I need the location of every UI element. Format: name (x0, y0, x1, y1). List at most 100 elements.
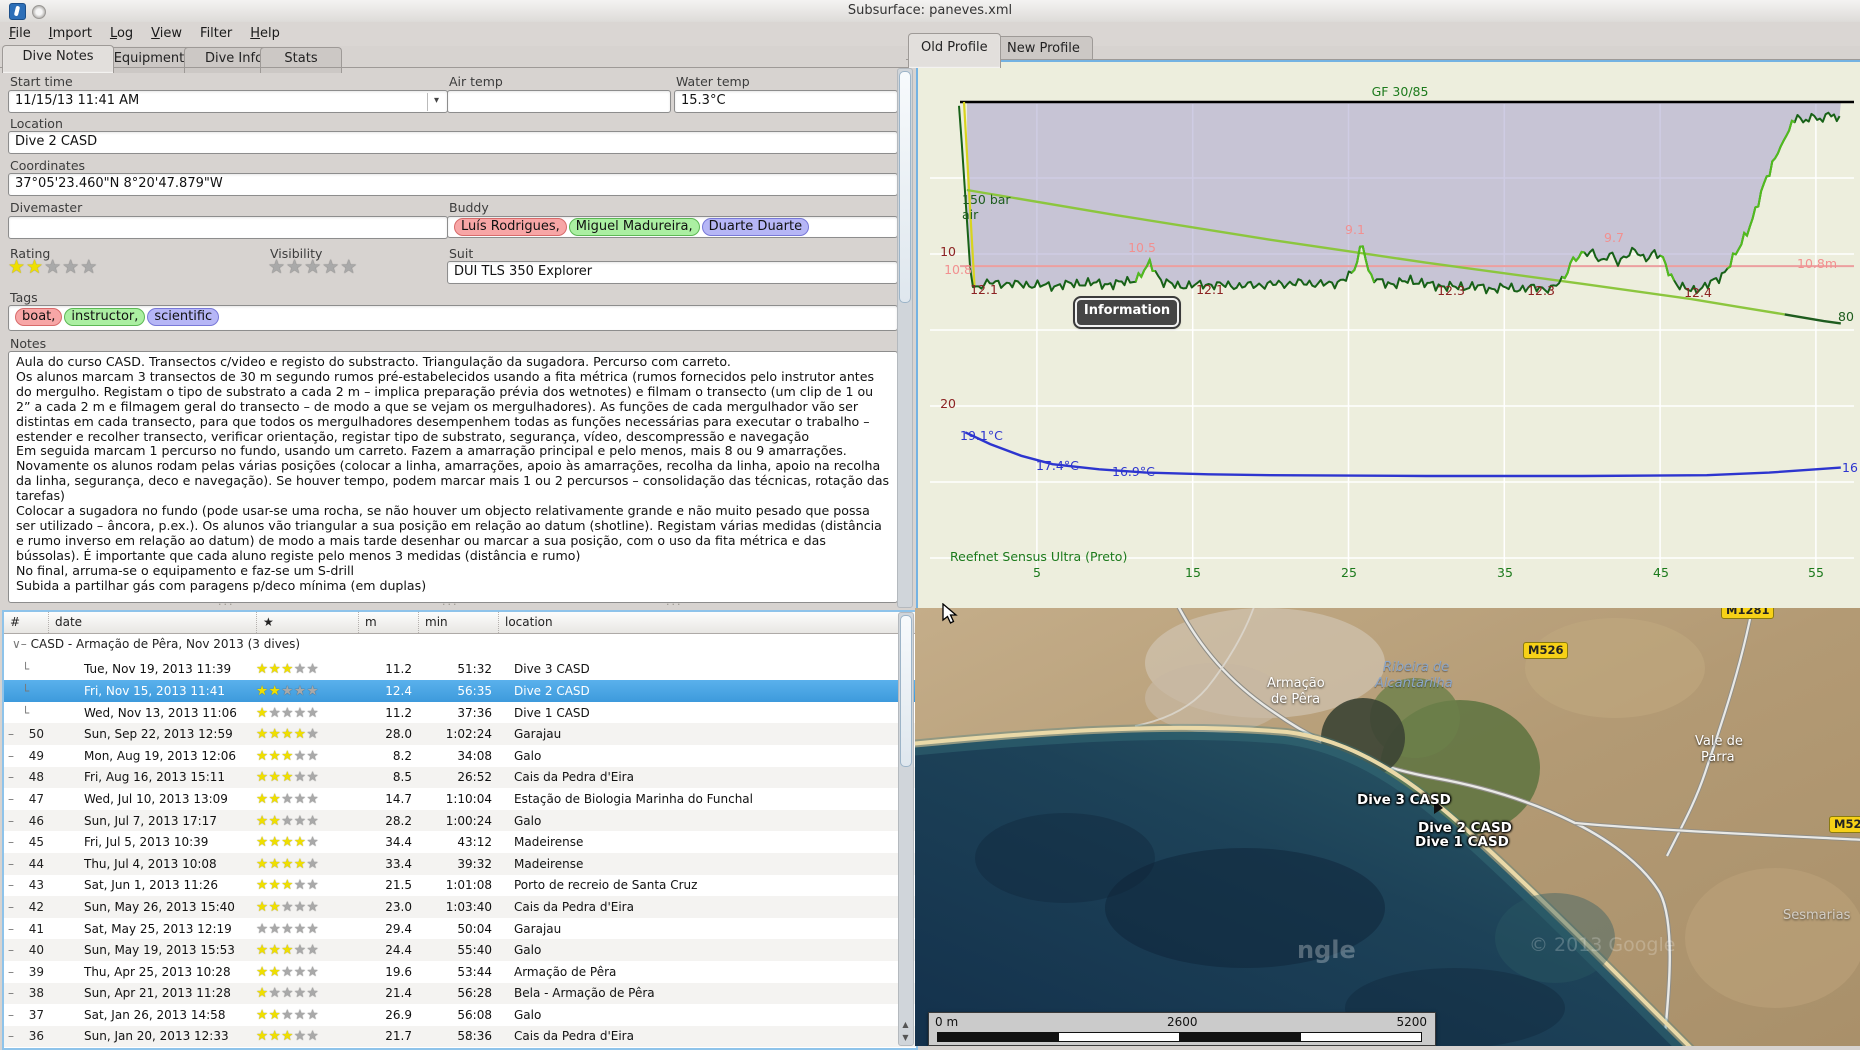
dive-list-scrollbar[interactable]: ▲ ▼ (898, 612, 914, 1046)
table-row[interactable]: –45 Fri, Jul 5, 2013 10:39 ★★★★★ 34.4 43:12 M… (4, 831, 916, 853)
table-row[interactable]: –37 Sat, Jan 26, 2013 14:58 ★★★★★ 26.9 56:08… (4, 1004, 916, 1026)
dive-depth: 29.4 (385, 921, 412, 936)
table-row[interactable]: –41 Sat, May 25, 2013 12:19 ★★★★★ 29.4 50:04… (4, 918, 916, 940)
dive-depth: 21.4 (385, 986, 412, 1001)
star-icon: ★ (268, 963, 282, 980)
menu-item-log[interactable]: Log (101, 22, 142, 41)
tag-pill[interactable]: scientific (147, 308, 220, 326)
dive-rating: ★★★★★ (256, 726, 358, 742)
menu-item-import[interactable]: Import (40, 22, 101, 41)
column-header-date[interactable]: date (48, 612, 256, 633)
tag-pill[interactable]: Luís Rodrigues, (454, 218, 567, 236)
column-header-★[interactable]: ★ (256, 612, 358, 633)
suit-label: Suit (449, 246, 474, 261)
coordinates-value: 37°05'23.460"N 8°20'47.879"W (15, 176, 223, 191)
dive-location: Garajau (514, 727, 562, 742)
dive-location: Madeirense (514, 835, 584, 850)
table-row[interactable]: –50 Sun, Sep 22, 2013 12:59 ★★★★★ 28.0 1:02:… (4, 723, 916, 745)
tag-pill[interactable]: Miguel Madureira, (568, 218, 700, 236)
dive-duration: 56:28 (457, 986, 492, 1001)
table-row[interactable]: –47 Wed, Jul 10, 2013 13:09 ★★★★★ 14.7 1:10:… (4, 788, 916, 810)
information-button[interactable]: Information (1073, 296, 1181, 329)
dive-depth: 11.2 (385, 662, 412, 677)
star-icon: ★ (306, 747, 320, 764)
table-row[interactable]: –36 Sun, Jan 20, 2013 12:33 ★★★★★ 21.7 58:36… (4, 1025, 916, 1048)
star-icon: ★ (256, 942, 269, 959)
menu-item-view[interactable]: View (142, 22, 191, 41)
star-icon: ★ (293, 834, 307, 851)
dive-number: –44 (8, 856, 44, 871)
menu-item-help[interactable]: Help (241, 22, 289, 41)
visibility-stars[interactable]: ★★★★★ (268, 258, 358, 277)
column-header-location[interactable]: location (498, 612, 916, 633)
dive-number: –37 (8, 1007, 44, 1022)
tag-pill[interactable]: instructor, (64, 308, 146, 326)
tag-pill[interactable]: boat, (15, 308, 63, 326)
table-row[interactable]: –48 Fri, Aug 16, 2013 15:11 ★★★★★ 8.5 26:52 C… (4, 766, 916, 789)
tag-pill[interactable]: Duarte Duarte (701, 218, 810, 236)
dive-depth: 33.4 (385, 856, 412, 871)
dive-duration: 1:02:24 (445, 727, 492, 742)
dive-rating: ★★★★★ (256, 899, 358, 915)
column-header-m[interactable]: m (358, 612, 418, 633)
star-icon: ★ (268, 704, 282, 721)
rating-stars[interactable]: ★★★★★ (8, 258, 98, 277)
star-icon: ★ (256, 855, 269, 872)
chart-annotation: 12.1 (1196, 282, 1224, 297)
notes-textarea[interactable]: Aula do curso CASD. Transectos c/video e… (8, 351, 898, 603)
table-row[interactable]: └ Fri, Nov 15, 2013 11:41 ★★★★★ 12.4 56:35 Di… (4, 680, 916, 702)
tab-divider (0, 67, 912, 68)
form-scrollbar[interactable] (897, 68, 913, 608)
table-row[interactable]: –38 Sun, Apr 21, 2013 11:28 ★★★★★ 21.4 56:28… (4, 982, 916, 1005)
star-icon: ★ (256, 790, 269, 807)
menu-item-file[interactable]: File (0, 22, 40, 41)
table-row[interactable]: └ Wed, Nov 13, 2013 11:06 ★★★★★ 11.2 37:36 Di… (4, 702, 916, 724)
chart-annotation: 12.3 (1527, 283, 1555, 298)
scale-zero: 0 m (935, 1015, 959, 1029)
table-row[interactable]: –42 Sun, May 26, 2013 15:40 ★★★★★ 23.0 1:03:… (4, 896, 916, 918)
dive-list-scrollbar-handle[interactable] (900, 615, 912, 767)
star-icon: ★ (281, 855, 294, 872)
coordinates-input[interactable]: 37°05'23.460"N 8°20'47.879"W (8, 173, 898, 196)
dive-list-header[interactable]: # date ★ m min location (4, 612, 916, 634)
column-header-min[interactable]: min (418, 612, 498, 633)
star-icon: ★ (268, 855, 282, 872)
star-icon: ★ (293, 704, 307, 721)
scroll-down-icon[interactable]: ▼ (899, 1032, 912, 1044)
table-row[interactable]: –43 Sat, Jun 1, 2013 11:26 ★★★★★ 21.5 1:01:0… (4, 875, 916, 897)
location-input[interactable]: Dive 2 CASD (8, 131, 898, 154)
dive-depth: 26.9 (385, 1007, 412, 1022)
chart-annotation: 12.1 (970, 282, 998, 297)
dive-duration: 58:36 (457, 1029, 492, 1044)
star-icon: ★ (268, 790, 282, 807)
star-icon: ★ (268, 942, 282, 959)
start-time-combobox[interactable]: 11/15/13 11:41 AM ▾ (8, 90, 448, 113)
dive-profile-chart: GF 30/85 150 bar air 10 20 10.8 12.1 10.5 12.1 9.… (916, 60, 1860, 610)
suit-input[interactable]: DUI TLS 350 Explorer (447, 261, 898, 284)
table-row[interactable]: –40 Sun, May 19, 2013 15:53 ★★★★★ 24.4 55:40… (4, 939, 916, 961)
star-icon: ★ (306, 1028, 320, 1045)
table-row[interactable]: –44 Thu, Jul 4, 2013 10:08 ★★★★★ 33.4 39:32 M… (4, 852, 916, 875)
dive-date: Sat, Jan 26, 2013 14:58 (84, 1007, 226, 1022)
tab-old-profile[interactable]: Old Profile (908, 33, 1001, 68)
star-icon: ★ (268, 1006, 282, 1023)
table-row[interactable]: –39 Thu, Apr 25, 2013 10:28 ★★★★★ 19.6 53:44… (4, 961, 916, 983)
dive-number: └ (22, 705, 30, 720)
table-row[interactable]: –46 Sun, Jul 7, 2013 17:17 ★★★★★ 28.2 1:00:2… (4, 809, 916, 832)
air-temp-input[interactable] (447, 90, 671, 113)
scroll-up-icon[interactable]: ▲ (899, 1019, 912, 1031)
tab-stats[interactable]: Stats (260, 47, 342, 73)
table-row[interactable]: –49 Mon, Aug 19, 2013 12:06 ★★★★★ 8.2 34:08 G… (4, 745, 916, 767)
tab-dive-notes[interactable]: Dive Notes (2, 45, 114, 73)
tags-input[interactable]: boat, instructor, scientific (8, 305, 898, 331)
buddy-input[interactable]: Luís Rodrigues, Miguel Madureira, Duarte D… (447, 216, 898, 238)
table-row[interactable]: └ Tue, Nov 19, 2013 11:39 ★★★★★ 11.2 51:32 Di… (4, 659, 916, 681)
column-header-num[interactable]: # (4, 612, 48, 633)
divemaster-input[interactable] (8, 216, 448, 239)
trip-row[interactable]: ∨– CASD - Armação de Pêra, Nov 2013 (3 d… (4, 634, 916, 659)
form-scrollbar-handle[interactable] (899, 71, 911, 303)
chevron-down-icon[interactable]: ▾ (427, 93, 445, 111)
water-temp-input[interactable]: 15.3°C (674, 90, 898, 113)
dive-site-map[interactable]: Armação de Pêra Ribeira de Alcantarilha M526… (915, 608, 1860, 1046)
menu-item-filter[interactable]: Filter (191, 22, 241, 41)
